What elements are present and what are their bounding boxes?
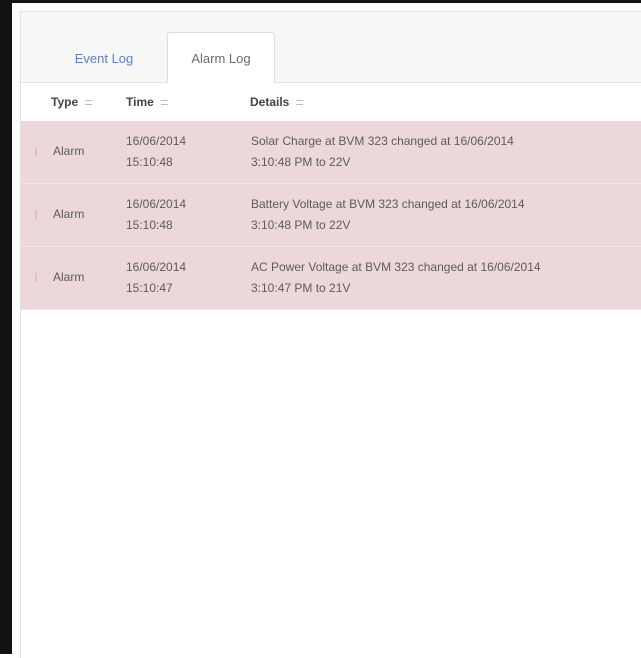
sort-icon[interactable]: [160, 100, 168, 106]
cell-time: 16/06/2014 15:10:47: [126, 257, 236, 299]
table-row[interactable]: Alarm 16/06/2014 15:10:48 Battery Voltag…: [21, 184, 641, 247]
column-header-details[interactable]: Details: [250, 95, 304, 109]
cell-time-date: 16/06/2014: [126, 197, 187, 211]
table-row[interactable]: Alarm 16/06/2014 15:10:48 Solar Charge a…: [21, 121, 641, 184]
cell-details-line1: AC Power Voltage at BVM 323 changed at 1…: [251, 260, 541, 274]
cell-details-line2: 3:10:48 PM to 22V: [251, 155, 351, 169]
cell-time-date: 16/06/2014: [126, 134, 187, 148]
cell-time-clock: 15:10:48: [126, 218, 173, 232]
cell-time: 16/06/2014 15:10:48: [126, 131, 236, 173]
column-header-details-label: Details: [250, 95, 290, 109]
cell-details-line2: 3:10:47 PM to 21V: [251, 281, 351, 295]
row-grip-icon: [35, 273, 37, 282]
window-frame: Event Log Alarm Log Type Time Details Al…: [0, 0, 641, 658]
column-header-type[interactable]: Type: [51, 95, 93, 109]
cell-time-clock: 15:10:47: [126, 281, 173, 295]
column-header-type-label: Type: [51, 95, 79, 109]
column-header-time[interactable]: Time: [126, 95, 168, 109]
tab-alarm-log[interactable]: Alarm Log: [167, 32, 275, 83]
row-grip-icon: [35, 210, 37, 219]
cell-details-line2: 3:10:48 PM to 22V: [251, 218, 351, 232]
cell-details-line1: Solar Charge at BVM 323 changed at 16/06…: [251, 134, 514, 148]
alarm-log-table: Type Time Details Alarm 16/06/2014 15:10…: [21, 83, 641, 310]
cell-details-line1: Battery Voltage at BVM 323 changed at 16…: [251, 197, 525, 211]
sort-icon[interactable]: [296, 100, 304, 106]
cell-type: Alarm: [53, 144, 85, 158]
sort-icon[interactable]: [85, 100, 93, 106]
cell-time-date: 16/06/2014: [126, 260, 187, 274]
table-row[interactable]: Alarm 16/06/2014 15:10:47 AC Power Volta…: [21, 247, 641, 310]
cell-time: 16/06/2014 15:10:48: [126, 194, 236, 236]
cell-type: Alarm: [53, 207, 85, 221]
column-header-time-label: Time: [126, 95, 154, 109]
tab-event-log[interactable]: Event Log: [41, 35, 167, 82]
cell-type: Alarm: [53, 270, 85, 284]
cell-time-clock: 15:10:48: [126, 155, 173, 169]
tab-bar: Event Log Alarm Log: [21, 12, 641, 83]
table-header: Type Time Details: [21, 83, 641, 121]
cell-details: Battery Voltage at BVM 323 changed at 16…: [251, 194, 641, 236]
cell-details: AC Power Voltage at BVM 323 changed at 1…: [251, 257, 641, 299]
log-panel: Event Log Alarm Log Type Time Details Al…: [20, 11, 641, 658]
cell-details: Solar Charge at BVM 323 changed at 16/06…: [251, 131, 641, 173]
row-grip-icon: [35, 147, 37, 156]
